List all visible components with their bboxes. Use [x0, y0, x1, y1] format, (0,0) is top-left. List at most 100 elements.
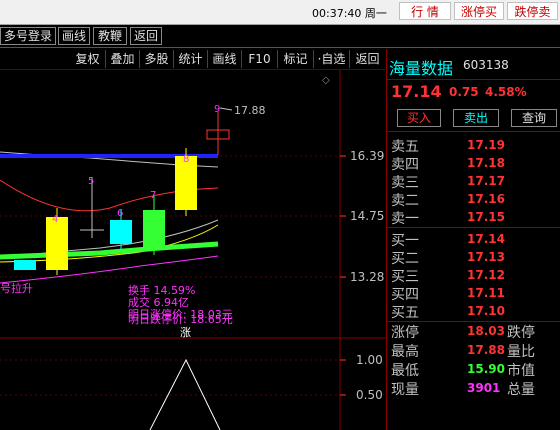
ask-label: 卖三: [391, 175, 419, 191]
candle-number: 5: [88, 176, 94, 187]
candle-number: 7: [150, 190, 156, 201]
ask-price: 17.19: [467, 138, 505, 152]
ask-price: 17.15: [467, 210, 505, 224]
clock: 00:37:40 周一: [312, 7, 387, 20]
bid-price: 17.11: [467, 286, 505, 300]
toolbar-multi-stock[interactable]: 多股: [140, 50, 174, 68]
ask-row[interactable]: 卖二 17.16: [387, 190, 560, 209]
menu-back-button[interactable]: 返回: [130, 27, 162, 45]
stat-value: 15.90: [467, 362, 505, 376]
bid-label: 买四: [391, 287, 419, 303]
candle-number: 6: [117, 208, 123, 219]
bid-row[interactable]: 买二 17.13: [387, 248, 560, 267]
high-price-label: 17.88: [234, 104, 266, 117]
bid-row[interactable]: 买一 17.14: [387, 230, 560, 249]
pointer-button[interactable]: 教鞭: [93, 27, 127, 45]
stock-name: 海量数据: [389, 59, 454, 78]
market-button[interactable]: 行 情: [399, 2, 451, 20]
bid-price: 17.13: [467, 250, 505, 264]
stat-row: 最低 15.90 市值: [387, 360, 560, 379]
toolbar-watchlist[interactable]: ·自选: [314, 50, 350, 68]
stat-row: 现量 3901 总量: [387, 379, 560, 398]
ask-label: 卖四: [391, 157, 419, 173]
bid-price: 17.10: [467, 304, 505, 318]
limit-down-sell-button[interactable]: 跌停卖: [507, 2, 558, 20]
ask-price: 17.17: [467, 174, 505, 188]
toolbar-overlay[interactable]: 叠加: [106, 50, 140, 68]
stat-value: 18.03: [467, 324, 505, 338]
query-button[interactable]: 查询: [511, 109, 557, 127]
candle: [110, 220, 132, 244]
bid-row[interactable]: 买五 17.10: [387, 302, 560, 321]
next-limit-down-text: 明日跌停价: 18.65元: [128, 312, 233, 326]
multi-login-button[interactable]: 多号登录: [0, 27, 56, 45]
candle-number: 8: [183, 154, 189, 165]
stat-value: 17.88: [467, 343, 505, 357]
divider: [387, 131, 560, 132]
toolbar-mark[interactable]: 标记: [278, 50, 314, 68]
bid-label: 买五: [391, 305, 419, 321]
ask-label: 卖二: [391, 193, 419, 209]
bid-price: 17.12: [467, 268, 505, 282]
bid-label: 买一: [391, 233, 419, 249]
limit-up-marker: 涨: [180, 326, 191, 339]
ask-label: 卖五: [391, 139, 419, 155]
lower-axis-label: 0.50: [356, 388, 383, 402]
bid-row[interactable]: 买三 17.12: [387, 266, 560, 285]
high-pointer: [219, 107, 233, 111]
signal-label: 号拉升: [0, 281, 33, 295]
divider: [387, 79, 560, 80]
bid-row[interactable]: 买四 17.11: [387, 284, 560, 303]
toolbar-statistics[interactable]: 统计: [174, 50, 208, 68]
toolbar-draw-line[interactable]: 画线: [208, 50, 242, 68]
ask-row[interactable]: 卖四 17.18: [387, 154, 560, 173]
stock-code: 603138: [463, 58, 509, 72]
buy-button[interactable]: 买入: [397, 109, 441, 127]
toolbar-restore-rights[interactable]: 复权: [70, 50, 106, 68]
ask-row[interactable]: 卖三 17.17: [387, 172, 560, 191]
stat-label-2: 量比: [507, 344, 535, 360]
stat-label: 现量: [391, 382, 419, 398]
toolbar-f10[interactable]: F10: [242, 50, 278, 68]
ask-row[interactable]: 卖一 17.15: [387, 208, 560, 227]
ask-row[interactable]: 卖五 17.19: [387, 136, 560, 155]
stat-label-2: 总量: [507, 382, 535, 398]
axis-label: 13.28: [350, 270, 384, 284]
stat-value: 3901: [467, 381, 501, 395]
limit-up-buy-button[interactable]: 涨停买: [454, 2, 504, 20]
stat-row: 最高 17.88 量比: [387, 341, 560, 360]
stat-label-2: 跌停: [507, 325, 535, 341]
ma-band-green: [0, 241, 219, 260]
toolbar-back[interactable]: 返回: [350, 50, 385, 68]
stat-label: 最高: [391, 344, 419, 360]
lower-axis-label: 1.00: [356, 353, 383, 367]
last-price: 17.14: [391, 82, 442, 101]
bid-price: 17.14: [467, 232, 505, 246]
quote-panel: 海量数据 603138 17.14 0.75 4.58% 买入 卖出 查询 卖五…: [386, 49, 560, 430]
draw-line-button[interactable]: 画线: [58, 27, 90, 45]
bid-label: 买三: [391, 269, 419, 285]
candle: [14, 260, 36, 270]
stat-label: 涨停: [391, 325, 419, 341]
bid-label: 买二: [391, 251, 419, 267]
candle-number: 4: [52, 214, 58, 225]
stat-label: 最低: [391, 363, 419, 379]
candle-number: 9: [214, 104, 220, 115]
ask-price: 17.18: [467, 156, 505, 170]
sell-button[interactable]: 卖出: [453, 109, 499, 127]
axis-label: 16.39: [350, 149, 384, 163]
ask-price: 17.16: [467, 192, 505, 206]
diamond-icon[interactable]: ◇: [322, 75, 330, 86]
divider: [387, 227, 560, 228]
turnover-text: 换手 14.59%: [128, 283, 195, 297]
stat-row: 涨停 18.03 跌停: [387, 322, 560, 341]
price-change-pct: 4.58%: [485, 85, 527, 99]
price-change: 0.75: [449, 85, 479, 99]
title-bar: 00:37:40 周一 行 情 涨停买 跌停卖: [0, 0, 560, 25]
candle: [143, 210, 165, 250]
kline-chart[interactable]: ◇ 4 5 6 7 8 9 17.88 16.39 14.75 13.28 1.…: [0, 70, 386, 430]
axis-label: 14.75: [350, 209, 384, 223]
ask-label: 卖一: [391, 211, 419, 227]
volume-text: 成交 6.94亿: [128, 295, 189, 309]
stat-label-2: 市值: [507, 363, 535, 379]
